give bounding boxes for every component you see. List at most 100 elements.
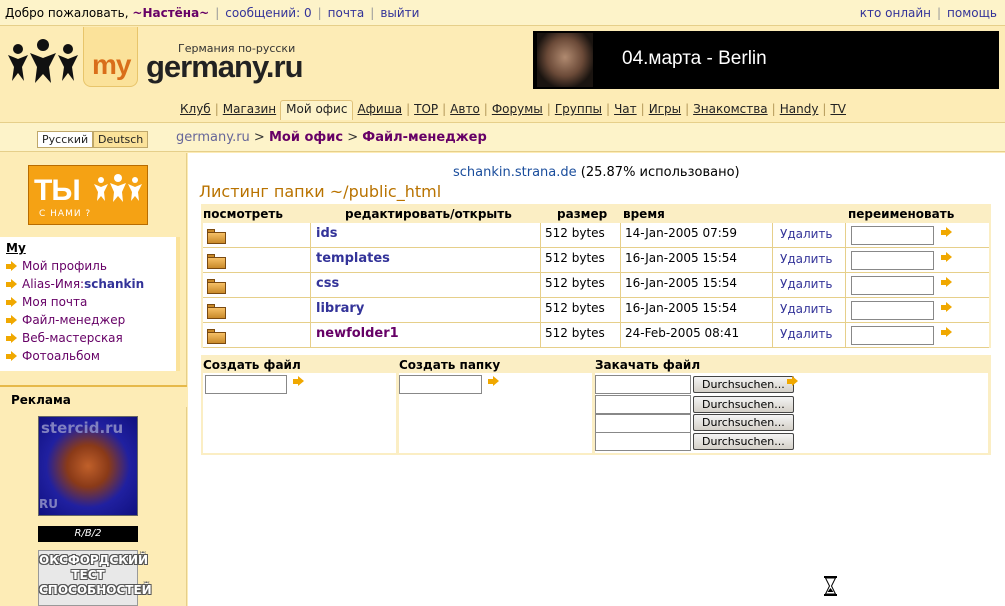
breadcrumb-home[interactable]: germany.ru [176,130,250,145]
nav-item-auto[interactable]: Авто [446,102,484,116]
who-online-link[interactable]: кто онлайн [860,6,931,20]
rename-go-icon[interactable] [941,302,957,316]
file-table: посмотреть редактировать/открыть размер … [201,204,991,348]
sidebar-item-profile[interactable]: Мой профиль [6,259,107,273]
nav-item-forums[interactable]: Форумы [488,102,547,116]
browse-button[interactable]: Durchsuchen... [693,396,794,413]
rename-go-icon[interactable] [941,252,957,266]
nav-item-club[interactable]: Клуб [176,102,215,116]
lang-russian-button[interactable]: Русский [37,131,94,148]
bodybuilder-ad-image[interactable]: stercid.ru RU [38,416,138,516]
messages-link[interactable]: сообщений: 0 [225,6,311,20]
browse-button[interactable]: Durchsuchen... [693,414,794,431]
col-time: время [623,207,665,221]
logo-big-text: ТЫ [34,174,81,207]
folder-icon[interactable] [207,329,226,344]
upload-go-icon[interactable] [787,376,803,390]
banner-ad[interactable]: 04.марта - Berlin [533,31,999,89]
nav-item-tv[interactable]: TV [826,102,850,116]
folder-icon[interactable] [207,279,226,294]
arrow-right-icon [488,376,499,387]
nav-item-top[interactable]: TOP [410,102,442,116]
rename-go-icon[interactable] [941,277,957,291]
arrow-right-icon [6,278,17,290]
logout-link[interactable]: выйти [380,6,419,20]
delete-link[interactable]: Удалить [780,252,833,266]
logo-my-tab[interactable]: my [83,27,138,87]
ty-s-nami-logo[interactable]: ТЫ С НАМИ ? [28,165,148,225]
file-time: 16-Jan-2005 15:54 [625,251,738,265]
file-name-link[interactable]: newfolder1 [316,326,399,341]
ad-watermark: stercid.ru [41,419,124,437]
oxford-test-ad[interactable]: ОКСФОРДСКИЙ ТЕСТ СПОСОБНОСТЕЙ [38,550,152,606]
username-link[interactable]: ~Настёна~ [132,6,209,20]
rename-input[interactable] [851,326,934,345]
create-file-input[interactable] [205,375,287,394]
nav-item-afisha[interactable]: Афиша [353,102,406,116]
rename-input[interactable] [851,251,934,270]
rename-input[interactable] [851,301,934,320]
file-name-link[interactable]: ids [316,226,338,241]
delete-link[interactable]: Удалить [780,277,833,291]
site-name[interactable]: germany.ru [146,49,304,85]
folder-icon[interactable] [207,254,226,269]
upload-panel: Durchsuchen... Durchsuchen... Durchsuche… [595,373,988,453]
people-logo-icon[interactable] [6,39,80,85]
mail-link[interactable]: почта [328,6,365,20]
browse-button[interactable]: Durchsuchen... [693,376,794,393]
rename-go-icon[interactable] [941,227,957,241]
nav-item-chat[interactable]: Чат [610,102,641,116]
nav-item-groups[interactable]: Группы [551,102,606,116]
upload-input[interactable] [595,375,691,394]
rename-input[interactable] [851,226,934,245]
nav-item-games[interactable]: Игры [645,102,685,116]
upload-input[interactable] [595,395,691,414]
file-name-link[interactable]: library [316,301,364,316]
file-name-link[interactable]: templates [316,251,390,266]
create-folder-go-icon[interactable] [488,376,504,390]
lang-german-button[interactable]: Deutsch [93,131,149,148]
file-size: 512 bytes [545,276,605,290]
breadcrumb-file-manager[interactable]: Файл-менеджер [362,130,487,145]
rb2-ad-label[interactable]: R/B/2 [38,526,138,542]
table-row: library 512 bytes 16-Jan-2005 15:54 Удал… [203,298,989,323]
sidebar-item-web-workshop[interactable]: Веб-мастерская [6,331,123,345]
upload-input[interactable] [595,432,691,451]
ads-heading: Реклама [0,385,187,407]
delete-link[interactable]: Удалить [780,227,833,241]
rename-input[interactable] [851,276,934,295]
breadcrumb-office[interactable]: Мой офис [269,130,343,145]
file-size: 512 bytes [545,226,605,240]
sidebar-item-alias[interactable]: Alias-Имя: schankin [6,277,144,291]
table-header: посмотреть редактировать/открыть размер … [201,204,991,223]
nav-item-my-office[interactable]: Мой офис [280,100,354,120]
create-folder-input[interactable] [399,375,482,394]
arrow-right-icon [6,314,17,326]
upload-input[interactable] [595,414,691,433]
breadcrumb-sep: > [249,130,269,145]
nav-item-handy[interactable]: Handy [776,102,823,116]
welcome-text: Добро пожаловать, [5,5,129,20]
nav-item-dating[interactable]: Знакомства [689,102,772,116]
folder-icon[interactable] [207,229,226,244]
create-file-go-icon[interactable] [293,376,309,390]
file-name-link[interactable]: css [316,276,339,291]
browse-button[interactable]: Durchsuchen... [693,433,794,450]
nav-item-shop[interactable]: Магазин [219,102,280,116]
my-menu-title[interactable]: My [6,241,26,255]
sidebar-item-mail[interactable]: Моя почта [6,295,87,309]
rename-go-icon[interactable] [941,327,957,341]
create-file-panel [203,373,396,453]
folder-icon[interactable] [207,304,226,319]
delete-link[interactable]: Удалить [780,302,833,316]
col-size: размер [557,207,608,221]
arrow-right-icon [293,376,304,387]
sidebar-item-photo-album[interactable]: Фотоальбом [6,349,100,363]
file-time: 14-Jan-2005 07:59 [625,226,738,240]
my-menu: My Мой профиль Alias-Имя: schankin Моя п… [0,237,180,371]
sidebar-item-file-manager[interactable]: Файл-менеджер [6,313,125,327]
host-link[interactable]: schankin.strana.de [453,165,577,180]
help-link[interactable]: помощь [947,6,997,20]
main-nav: Клуб | Магазин Мой офис Афиша | TOP | Авто |… [0,97,1005,121]
delete-link[interactable]: Удалить [780,327,833,341]
